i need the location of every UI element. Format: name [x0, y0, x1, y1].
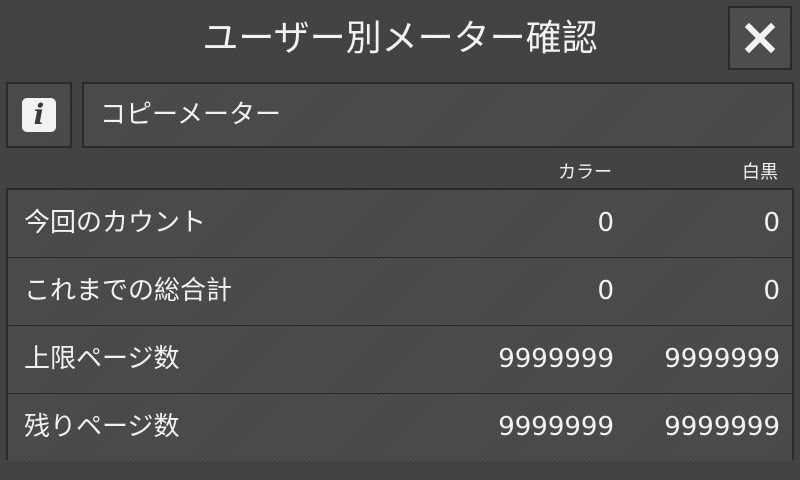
table-row: 今回のカウント 0 0 — [8, 190, 792, 258]
color-value: 0 — [597, 276, 614, 306]
column-header-color: カラー — [558, 162, 612, 183]
color-value: 9999999 — [498, 412, 614, 442]
column-header-bw: 白黒 — [742, 162, 778, 183]
row-label: 上限ページ数 — [24, 344, 180, 374]
bw-value: 9999999 — [664, 412, 780, 442]
row-label: 残りページ数 — [24, 412, 180, 442]
table-row: これまでの総合計 0 0 — [8, 258, 792, 326]
bw-value: 0 — [763, 276, 780, 306]
close-icon — [744, 22, 776, 54]
table-row: 上限ページ数 9999999 9999999 — [8, 326, 792, 394]
info-button[interactable]: i — [6, 82, 72, 148]
bw-value: 9999999 — [664, 344, 780, 374]
info-icon: i — [22, 98, 56, 132]
row-label: 今回のカウント — [24, 208, 207, 238]
close-button[interactable] — [728, 6, 792, 70]
page-title: ユーザー別メーター確認 — [202, 18, 598, 59]
row-label: これまでの総合計 — [24, 276, 233, 306]
color-value: 0 — [597, 208, 614, 238]
color-value: 9999999 — [498, 344, 614, 374]
bw-value: 0 — [763, 208, 780, 238]
meter-table: 今回のカウント 0 0 これまでの総合計 0 0 上限ページ数 9999999 … — [6, 188, 794, 461]
meter-type-field: コピーメーター — [82, 82, 794, 148]
table-row: 残りページ数 9999999 9999999 — [8, 394, 792, 461]
